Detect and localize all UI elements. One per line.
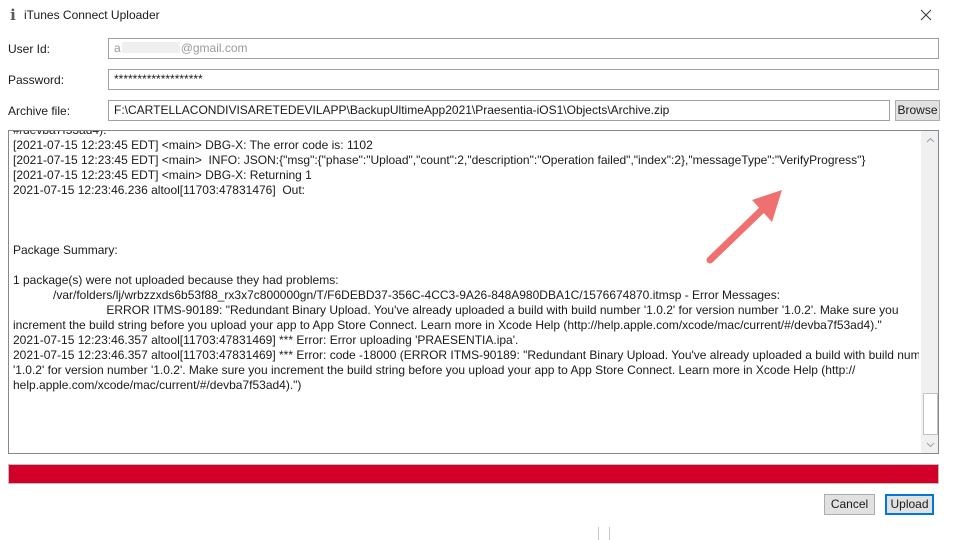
user-id-value-end: @gmail.com: [180, 41, 248, 55]
user-id-field[interactable]: a @gmail.com: [108, 38, 939, 59]
log-line: /var/folders/lj/wrbzzxds6b53f88_rx3x7c80…: [13, 288, 781, 302]
close-button[interactable]: [908, 3, 944, 27]
password-label: Password:: [8, 73, 65, 87]
password-field[interactable]: *******************: [108, 69, 939, 90]
log-line: help.apple.com/xcode/mac/current/#/devba…: [13, 378, 302, 392]
chevron-down-icon: [926, 442, 935, 447]
archive-file-field[interactable]: F:\CARTELLACONDIVISARETEDEVILAPP\BackupU…: [108, 100, 890, 121]
browse-button[interactable]: Browse: [895, 100, 940, 121]
log-line: 2021-07-15 12:23:46.357 altool[11703:478…: [13, 348, 919, 362]
annotation-arrow-icon: [706, 190, 782, 264]
info-i-icon: i: [10, 6, 16, 24]
log-line: [2021-07-15 12:23:45 EDT] <main> INFO: J…: [13, 153, 866, 167]
scroll-down-arrow[interactable]: [922, 436, 938, 453]
cancel-button[interactable]: Cancel: [824, 494, 875, 515]
vertical-scrollbar[interactable]: [921, 131, 938, 453]
title-bar: i iTunes Connect Uploader: [0, 0, 960, 31]
upload-progress-bar: [8, 464, 939, 484]
log-line: increment the build string before you up…: [13, 318, 882, 332]
window-title: iTunes Connect Uploader: [24, 8, 160, 22]
scroll-thumb[interactable]: [923, 393, 938, 435]
close-icon: [920, 9, 932, 21]
progress-fill: [9, 465, 938, 483]
archive-file-label: Archive file:: [8, 104, 71, 118]
user-id-label: User Id:: [8, 42, 51, 56]
user-id-value-start: a: [114, 41, 121, 55]
log-line: #/devba7f53ad4).": [13, 131, 919, 138]
scroll-up-arrow[interactable]: [922, 131, 938, 148]
log-line: ERROR ITMS-90189: "Redundant Binary Uplo…: [13, 303, 899, 317]
redacted-region: [121, 42, 180, 53]
background-window-edge: [598, 527, 610, 540]
log-line: '1.0.2' for version number '1.0.2'. Make…: [13, 363, 856, 377]
log-output[interactable]: #/devba7f53ad4)."[2021-07-15 12:23:45 ED…: [8, 130, 939, 454]
log-line: [2021-07-15 12:23:45 EDT] <main> DBG-X: …: [13, 138, 373, 152]
chevron-up-icon: [926, 137, 935, 142]
upload-button[interactable]: Upload: [885, 494, 934, 515]
log-line: 1 package(s) were not uploaded because t…: [13, 273, 339, 287]
log-line: 2021-07-15 12:23:46.357 altool[11703:478…: [13, 333, 519, 347]
